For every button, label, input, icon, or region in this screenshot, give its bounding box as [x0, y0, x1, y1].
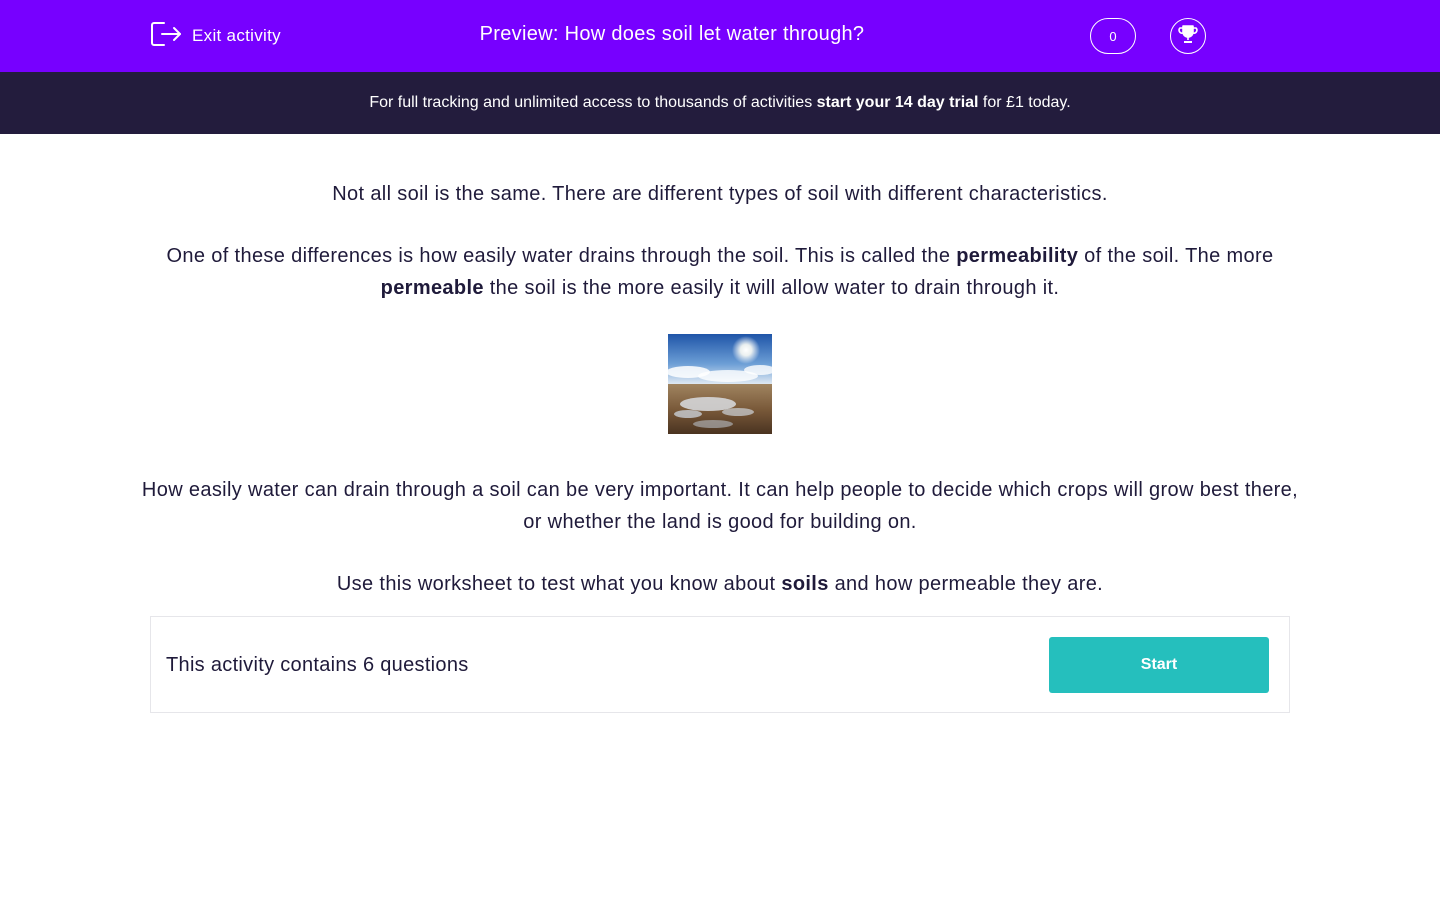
activity-card: This activity contains 6 questions Start: [150, 616, 1290, 713]
p4-text-a: Use this worksheet to test what you know…: [336, 573, 782, 595]
intro-paragraph-2: One of these differences is how easily w…: [140, 240, 1300, 304]
keyword-permeability: permeability: [956, 245, 1079, 267]
p4-text-c: and how permeable they are.: [828, 573, 1104, 595]
intro-paragraph-3: How easily water can drain through a soi…: [141, 479, 1299, 533]
question-count-text: This activity contains 6 questions: [166, 654, 469, 676]
trial-banner: For full tracking and unlimited access t…: [0, 72, 1440, 134]
exit-activity-label: Exit activity: [192, 26, 281, 45]
banner-text-before: For full tracking and unlimited access t…: [369, 94, 817, 111]
waterlogged-soil-image: [668, 334, 772, 434]
banner-text: For full tracking and unlimited access t…: [369, 94, 1070, 112]
score-badge: 0: [1090, 18, 1136, 54]
exit-activity-button[interactable]: Exit activity: [150, 20, 281, 53]
intro-content: Not all soil is the same. There are diff…: [140, 178, 1300, 630]
trophy-icon: [1177, 23, 1199, 50]
start-button[interactable]: Start: [1049, 637, 1269, 693]
trophy-button[interactable]: [1170, 18, 1206, 54]
p2-text-a: One of these differences is how easily w…: [166, 245, 957, 267]
intro-paragraph-4: Use this worksheet to test what you know…: [140, 568, 1300, 600]
intro-paragraph-1: Not all soil is the same. There are diff…: [332, 183, 1108, 205]
page-title: Preview: How does soil let water through…: [479, 23, 865, 45]
banner-text-after: for £1 today.: [978, 94, 1071, 111]
top-bar: Exit activity Preview: How does soil let…: [0, 0, 1440, 72]
exit-icon: [150, 20, 182, 53]
keyword-soils: soils: [781, 573, 829, 595]
keyword-permeable: permeable: [380, 277, 484, 299]
p2-text-e: the soil is the more easily it will allo…: [483, 277, 1060, 299]
p2-text-c: of the soil. The more: [1078, 245, 1274, 267]
trial-link[interactable]: start your 14 day trial: [817, 94, 979, 111]
